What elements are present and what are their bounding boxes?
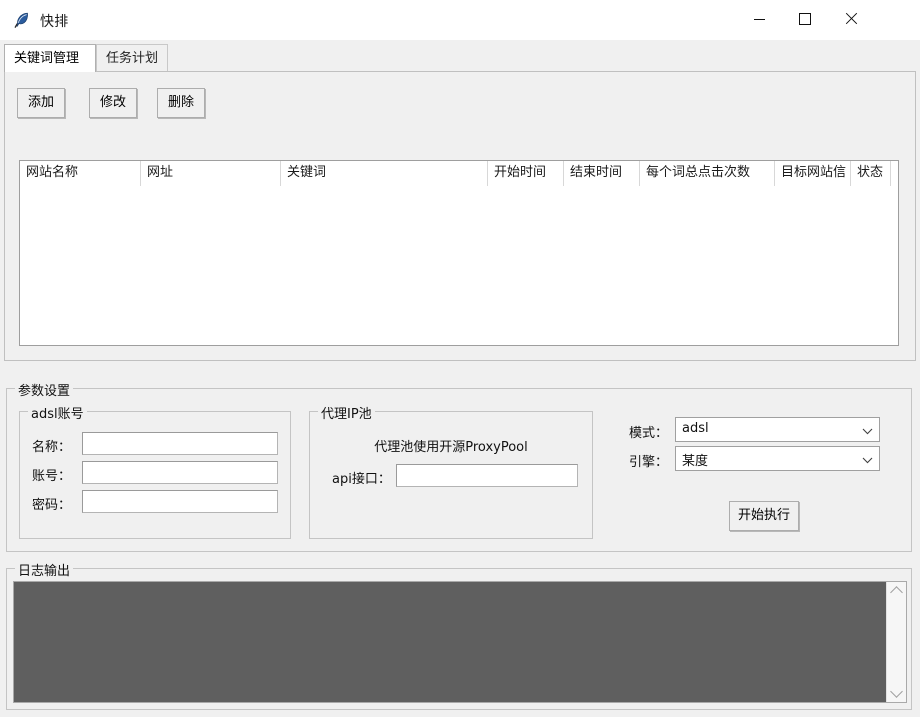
engine-label: 引擎： — [629, 451, 668, 470]
maximize-icon — [799, 13, 811, 25]
adsl-account-label: adsl账号 — [28, 403, 87, 422]
proxy-pool-note: 代理池使用开源ProxyPool — [310, 436, 592, 455]
mode-value: adsl — [682, 421, 709, 436]
table-header-row: 网站名称 网址 关键词 开始时间 结束时间 每个词总点击次数 目标网站信 状态 — [20, 161, 898, 187]
log-output-label: 日志输出 — [15, 560, 73, 579]
tab-strip: 关键词管理 任务计划 — [4, 44, 916, 72]
adsl-name-label: 名称： — [32, 436, 71, 455]
chevron-down-icon — [890, 685, 903, 698]
api-endpoint-label: api接口： — [332, 468, 391, 487]
engine-combobox[interactable]: 某度 — [675, 446, 880, 471]
adsl-password-input[interactable] — [82, 490, 278, 513]
adsl-account-group: adsl账号 名称： 账号： 密码： — [19, 411, 291, 539]
column-header-status[interactable]: 状态 — [851, 161, 891, 186]
column-header-end-time[interactable]: 结束时间 — [564, 161, 640, 186]
log-output-group: 日志输出 — [6, 568, 912, 710]
add-button[interactable]: 添加 — [17, 88, 65, 118]
parameter-settings-label: 参数设置 — [15, 380, 73, 399]
column-header-keyword[interactable]: 关键词 — [281, 161, 488, 186]
adsl-account-number-label: 账号： — [32, 465, 71, 484]
chevron-down-icon — [862, 426, 871, 435]
window-title: 快排 — [40, 11, 69, 31]
keyword-table[interactable]: 网站名称 网址 关键词 开始时间 结束时间 每个词总点击次数 目标网站信 状态 — [19, 160, 899, 346]
adsl-password-label: 密码： — [32, 494, 71, 513]
proxy-ip-pool-group: 代理IP池 代理池使用开源ProxyPool api接口： — [309, 411, 593, 539]
log-output-textarea[interactable] — [14, 582, 887, 702]
scroll-down-button[interactable] — [887, 684, 906, 702]
column-header-site-name[interactable]: 网站名称 — [20, 161, 141, 186]
log-output-container — [13, 581, 907, 703]
close-button[interactable] — [828, 0, 874, 38]
column-header-clicks-per-word[interactable]: 每个词总点击次数 — [640, 161, 775, 186]
column-header-url[interactable]: 网址 — [141, 161, 281, 186]
adsl-account-input[interactable] — [82, 461, 278, 484]
feather-icon — [12, 10, 32, 30]
api-endpoint-input[interactable] — [396, 464, 578, 487]
title-bar: 快排 — [0, 0, 920, 41]
start-execution-button[interactable]: 开始执行 — [729, 501, 799, 531]
column-header-target-site-info[interactable]: 目标网站信 — [775, 161, 851, 186]
delete-button[interactable]: 删除 — [157, 88, 205, 118]
minimize-icon — [754, 19, 765, 20]
tab-task-schedule[interactable]: 任务计划 — [96, 44, 168, 72]
minimize-button[interactable] — [736, 0, 782, 38]
maximize-button[interactable] — [782, 0, 828, 38]
parameter-settings-group: 参数设置 adsl账号 名称： 账号： 密码： 代理IP池 代理池使用开源Pro… — [6, 388, 912, 552]
tab-page-keyword-management: 添加 修改 删除 网站名称 网址 关键词 开始时间 结束时间 每个词总点击次数 … — [4, 71, 916, 361]
client-area: 关键词管理 任务计划 添加 修改 删除 网站名称 网址 关键词 开始时间 结束时… — [0, 40, 920, 717]
proxy-ip-pool-label: 代理IP池 — [318, 403, 375, 422]
chevron-down-icon — [862, 455, 871, 464]
mode-combobox[interactable]: adsl — [675, 417, 880, 442]
scroll-up-button[interactable] — [887, 582, 906, 600]
table-body — [20, 186, 898, 345]
close-icon — [845, 13, 857, 25]
modify-button[interactable]: 修改 — [89, 88, 137, 118]
chevron-up-icon — [890, 586, 903, 599]
column-header-start-time[interactable]: 开始时间 — [488, 161, 564, 186]
adsl-name-input[interactable] — [82, 432, 278, 455]
mode-label: 模式： — [629, 422, 668, 441]
log-scrollbar[interactable] — [886, 582, 906, 702]
engine-value: 某度 — [682, 450, 708, 469]
tab-keyword-management[interactable]: 关键词管理 — [4, 44, 96, 72]
